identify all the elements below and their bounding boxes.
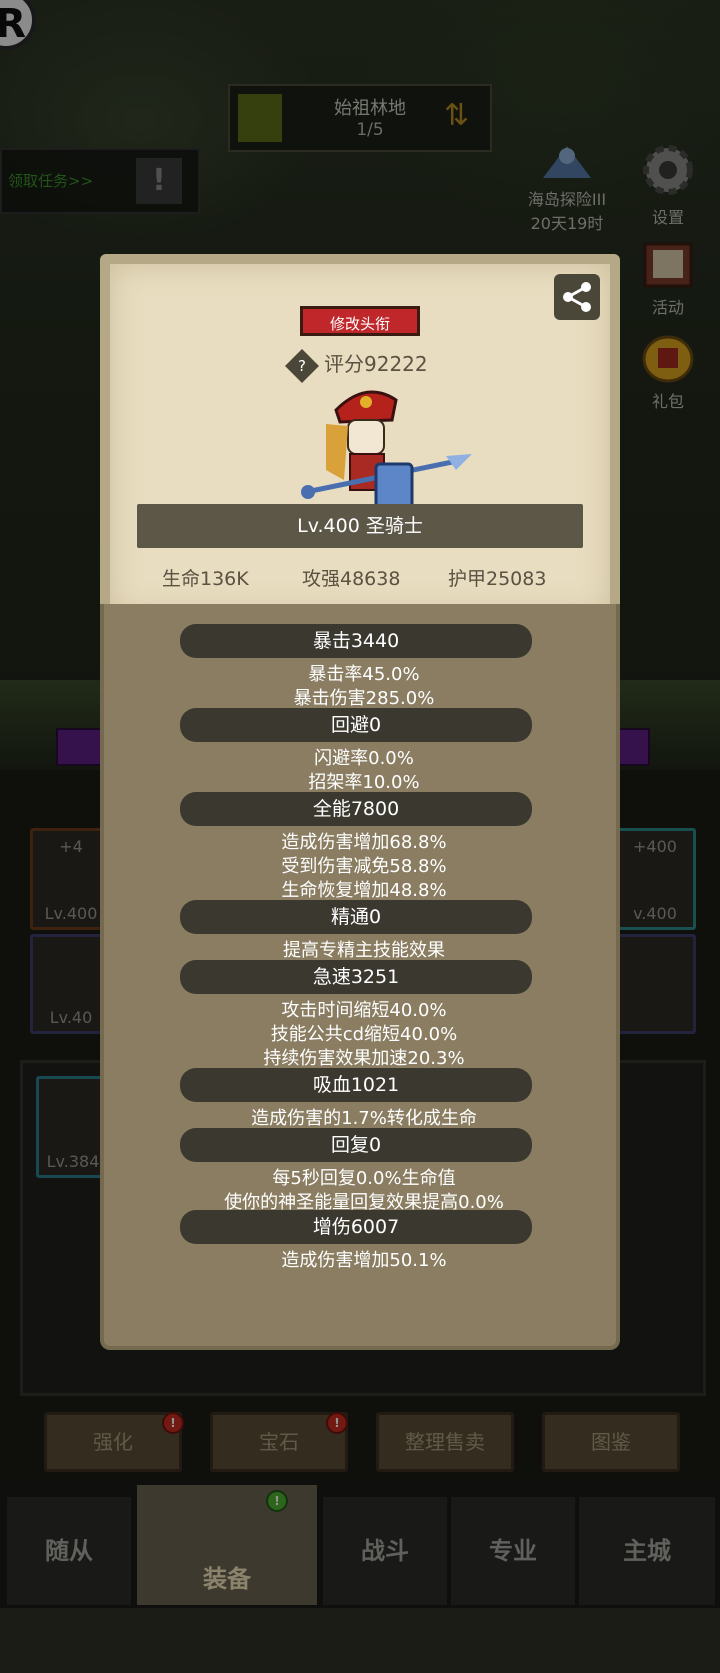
- score-row: ? 评分92222: [285, 348, 460, 383]
- stat-versatility-header: 全能7800: [180, 792, 532, 826]
- score-help-icon[interactable]: ?: [285, 348, 319, 383]
- character-name-bar: Lv.400 圣骑士: [137, 504, 583, 548]
- paladin-character-sprite: [301, 390, 472, 512]
- share-icon: [563, 282, 591, 312]
- stat-haste-header: 急速3251: [180, 960, 532, 994]
- stat-line: 受到伤害减免58.8%: [281, 856, 447, 877]
- stat-line: 持续伤害效果加速20.3%: [263, 1048, 465, 1069]
- stat-line: 造成伤害增加50.1%: [281, 1250, 447, 1271]
- stat-crit-header: 暴击3440: [180, 624, 532, 658]
- stat-line: 技能公共cd缩短40.0%: [270, 1024, 458, 1045]
- character-info-popup: 修改头衔 ? 评分92222 Lv.400 圣骑士 生命136K 攻强48638 …: [100, 254, 620, 1350]
- edit-title-button[interactable]: 修改头衔: [300, 306, 420, 336]
- stat-line: 每5秒回复0.0%生命值: [272, 1168, 456, 1189]
- stat-lifesteal-header: 吸血1021: [180, 1068, 532, 1102]
- score-value: 评分92222: [324, 352, 428, 376]
- share-button[interactable]: [554, 274, 600, 320]
- stat-line: 造成伤害增加68.8%: [281, 832, 447, 853]
- attack-stat: 攻强48638: [302, 568, 401, 590]
- stat-line: 提高专精主技能效果: [283, 940, 445, 961]
- stat-line: 招架率10.0%: [308, 772, 420, 793]
- stat-line: 攻击时间缩短40.0%: [281, 1000, 447, 1021]
- stat-regen-header: 回复0: [180, 1128, 532, 1162]
- stat-line: 生命恢复增加48.8%: [281, 880, 447, 901]
- attribute-list: 暴击3440 暴击率45.0% 暴击伤害285.0% 回避0 闪避率0.0% 招…: [100, 604, 620, 1350]
- stat-line: 闪避率0.0%: [314, 748, 414, 769]
- character-card: 修改头衔 ? 评分92222 Lv.400 圣骑士 生命136K 攻强48638 …: [100, 254, 620, 624]
- stat-line: 暴击伤害285.0%: [293, 688, 435, 709]
- stat-damage-bonus-header: 增伤6007: [180, 1210, 532, 1244]
- stat-line: 造成伤害的1.7%转化成生命: [251, 1108, 477, 1129]
- stat-line: 暴击率45.0%: [308, 664, 420, 685]
- hp-stat: 生命136K: [162, 568, 249, 590]
- armor-stat: 护甲25083: [448, 568, 547, 590]
- stat-mastery-header: 精通0: [180, 900, 532, 934]
- stat-avoidance-header: 回避0: [180, 708, 532, 742]
